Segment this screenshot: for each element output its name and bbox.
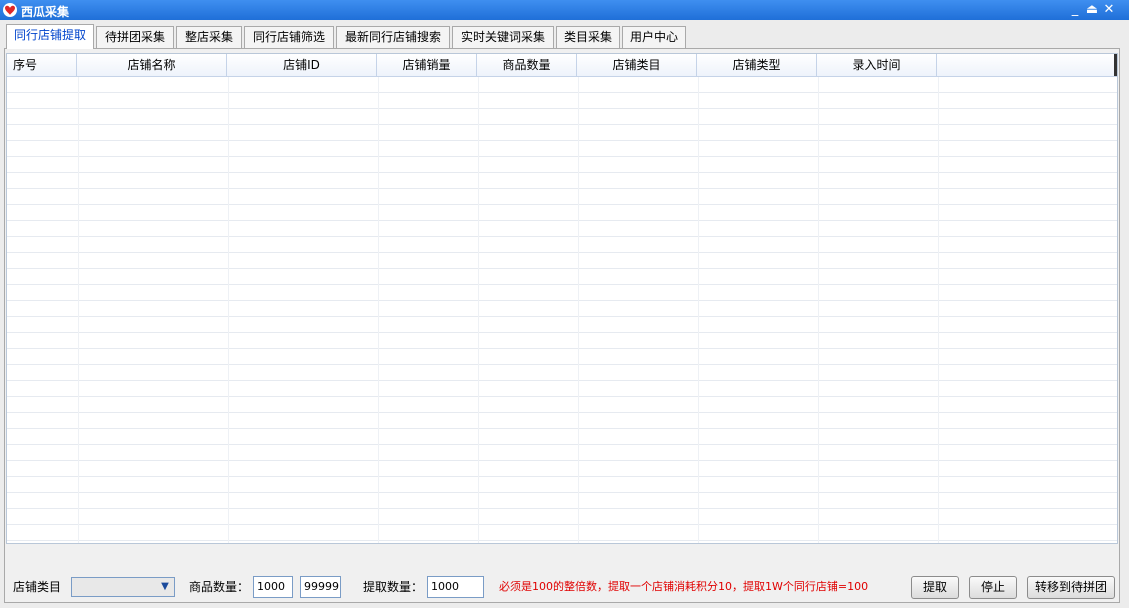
minimize-icon[interactable]: _: [1067, 2, 1083, 18]
goods-count-label: 商品数量：: [189, 580, 250, 594]
tab-peer-shop-extract[interactable]: 同行店铺提取: [6, 24, 94, 49]
column-header-shop-id[interactable]: 店铺ID: [227, 54, 377, 76]
tab-peer-shop-filter[interactable]: 同行店铺筛选: [244, 26, 334, 48]
watermelon-logo-icon: [3, 3, 17, 17]
goods-count-max-input[interactable]: 99999: [300, 576, 341, 598]
tab-realtime-keyword-collect[interactable]: 实时关键词采集: [452, 26, 554, 48]
category-dropdown[interactable]: ▼: [71, 577, 175, 597]
close-icon[interactable]: ✕: [1101, 2, 1117, 18]
shop-table[interactable]: 序号 店铺名称 店铺ID 店铺销量 商品数量 店铺类目 店铺类型 录入时间: [6, 53, 1118, 544]
table-header: 序号 店铺名称 店铺ID 店铺销量 商品数量 店铺类目 店铺类型 录入时间: [7, 54, 1117, 77]
extract-notice: 必须是100的整倍数，提取一个店铺消耗积分10，提取1W个同行店铺=100: [499, 580, 869, 593]
title-bar: 西瓜采集 _ ⏏ ✕: [0, 0, 1129, 20]
column-divider: [938, 77, 939, 543]
tab-user-center[interactable]: 用户中心: [622, 26, 686, 48]
column-divider: [378, 77, 379, 543]
column-divider: [578, 77, 579, 543]
table-body[interactable]: [7, 77, 1117, 543]
tab-category-collect[interactable]: 类目采集: [556, 26, 620, 48]
column-divider: [818, 77, 819, 543]
column-header-shop-sales[interactable]: 店铺销量: [377, 54, 477, 76]
main-window: 同行店铺提取 待拼团采集 整店采集 同行店铺筛选 最新同行店铺搜索 实时关键词采…: [0, 20, 1129, 608]
bottom-toolbar: 店铺类目 ▼ 商品数量： 1000 99999 提取数量： 1000 必须是10…: [5, 546, 1119, 602]
stop-button[interactable]: 停止: [969, 576, 1017, 599]
tab-strip: 同行店铺提取 待拼团采集 整店采集 同行店铺筛选 最新同行店铺搜索 实时关键词采…: [4, 24, 1120, 49]
column-header-shop-category[interactable]: 店铺类目: [577, 54, 697, 76]
move-to-pending-group-button[interactable]: 转移到待拼团: [1027, 576, 1115, 599]
extract-count-input[interactable]: 1000: [427, 576, 484, 598]
column-header-goods-count[interactable]: 商品数量: [477, 54, 577, 76]
header-scroll-edge: [1114, 54, 1117, 76]
tab-latest-peer-shop-search[interactable]: 最新同行店铺搜索: [336, 26, 450, 48]
tab-whole-shop-collect[interactable]: 整店采集: [176, 26, 242, 48]
tab-panel: 序号 店铺名称 店铺ID 店铺销量 商品数量 店铺类目 店铺类型 录入时间 店铺…: [4, 48, 1120, 603]
column-header-shop-type[interactable]: 店铺类型: [697, 54, 817, 76]
goods-count-min-input[interactable]: 1000: [253, 576, 293, 598]
category-label: 店铺类目: [13, 580, 62, 594]
column-divider: [478, 77, 479, 543]
chevron-down-icon[interactable]: ▼: [158, 580, 172, 594]
column-divider: [698, 77, 699, 543]
column-divider: [78, 77, 79, 543]
column-header-index[interactable]: 序号: [7, 54, 77, 76]
column-divider: [228, 77, 229, 543]
column-header-entry-time[interactable]: 录入时间: [817, 54, 937, 76]
column-header-shop-name[interactable]: 店铺名称: [77, 54, 227, 76]
extract-count-label: 提取数量：: [363, 580, 424, 594]
restore-icon[interactable]: ⏏: [1084, 2, 1100, 18]
extract-button[interactable]: 提取: [911, 576, 959, 599]
window-title: 西瓜采集: [21, 5, 70, 19]
tab-pending-group-collect[interactable]: 待拼团采集: [96, 26, 174, 48]
